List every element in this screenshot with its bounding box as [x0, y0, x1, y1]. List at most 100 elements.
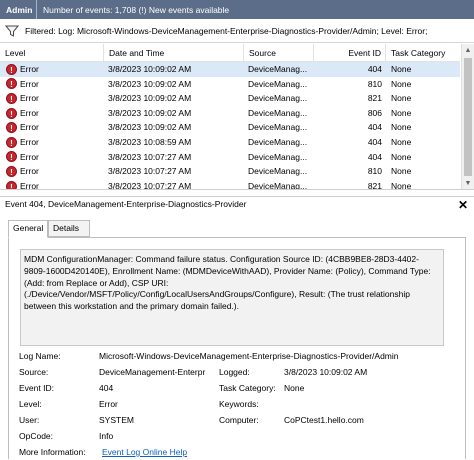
tab-details[interactable]: Details	[48, 220, 90, 237]
level-value: Error	[99, 399, 118, 409]
level-cell: Error	[20, 122, 39, 133]
date-cell: 3/8/2023 10:09:02 AM	[108, 93, 192, 104]
source-cell: DeviceManag...	[248, 136, 308, 147]
source-cell: DeviceManag...	[248, 64, 308, 74]
level-cell: Error	[20, 136, 39, 147]
source-cell: DeviceManag...	[248, 93, 308, 104]
task-category-cell: None	[391, 166, 412, 177]
error-icon: !	[6, 180, 17, 189]
level-cell: Error	[20, 78, 39, 89]
level-cell: Error	[20, 64, 39, 74]
column-header-source[interactable]: Source	[244, 44, 314, 62]
source-cell: DeviceManag...	[248, 122, 308, 133]
error-icon: !	[6, 136, 17, 148]
error-icon: !	[6, 122, 17, 134]
event-id-cell: 810	[367, 78, 382, 89]
keywords-label: Keywords:	[219, 399, 259, 409]
column-header-date[interactable]: Date and Time	[104, 44, 244, 62]
error-icon: !	[6, 165, 17, 177]
scroll-up-arrow-icon[interactable]: ▲	[462, 44, 474, 57]
source-cell: DeviceManag...	[248, 107, 308, 118]
table-row[interactable]: ! Error 3/8/2023 10:09:02 AM DeviceManag.…	[0, 77, 460, 92]
task-category-cell: None	[391, 180, 412, 190]
opcode-value: Info	[99, 431, 114, 441]
scroll-down-arrow-icon[interactable]: ▼	[462, 177, 474, 189]
log-name-title: Admin	[6, 4, 33, 15]
user-value: SYSTEM	[99, 415, 134, 425]
date-cell: 3/8/2023 10:09:02 AM	[108, 78, 192, 89]
source-cell: DeviceManag...	[248, 180, 308, 190]
event-message[interactable]: MDM ConfigurationManager: Command failur…	[20, 249, 444, 346]
event-list-scrollbar[interactable]: ▲ ▼	[461, 44, 474, 189]
table-header: Level Date and Time Source Event ID Task…	[0, 44, 460, 62]
event-id-cell: 821	[367, 93, 382, 104]
event-log-online-help-link[interactable]: Event Log Online Help	[102, 447, 187, 457]
title-bar: Admin Number of events: 1,708 (!) New ev…	[0, 0, 474, 19]
table-row[interactable]: ! Error 3/8/2023 10:07:27 AM DeviceManag.…	[0, 150, 460, 165]
source-label: Source:	[19, 367, 49, 377]
date-cell: 3/8/2023 10:09:02 AM	[108, 107, 192, 118]
table-row[interactable]: ! Error 3/8/2023 10:09:02 AM DeviceManag.…	[0, 106, 460, 121]
level-cell: Error	[20, 151, 39, 162]
source-cell: DeviceManag...	[248, 151, 308, 162]
task-category-label: Task Category:	[219, 383, 276, 393]
logged-label: Logged:	[219, 367, 250, 377]
task-category-cell: None	[391, 78, 412, 89]
event-id-cell: 404	[367, 151, 382, 162]
computer-label: Computer:	[219, 415, 259, 425]
close-icon[interactable]: ✕	[458, 197, 468, 213]
log-name-label: Log Name:	[19, 351, 61, 361]
level-cell: Error	[20, 107, 39, 118]
general-panel: MDM ConfigurationManager: Command failur…	[8, 237, 466, 459]
scrollbar-thumb[interactable]	[464, 58, 472, 176]
date-cell: 3/8/2023 10:09:02 AM	[108, 122, 192, 133]
title-separator	[36, 0, 37, 19]
task-category-cell: None	[391, 151, 412, 162]
funnel-icon	[5, 25, 19, 37]
error-icon: !	[6, 92, 17, 104]
level-label: Level:	[19, 399, 42, 409]
level-cell: Error	[20, 93, 39, 104]
filter-description: Filtered: Log: Microsoft-Windows-DeviceM…	[25, 25, 428, 36]
opcode-label: OpCode:	[19, 431, 54, 441]
column-header-level[interactable]: Level	[0, 44, 104, 62]
error-icon: !	[6, 151, 17, 163]
more-information-label: More Information:	[19, 447, 86, 457]
table-row[interactable]: ! Error 3/8/2023 10:09:02 AM DeviceManag.…	[0, 120, 460, 135]
event-id-cell: 404	[367, 122, 382, 133]
table-row[interactable]: ! Error 3/8/2023 10:09:02 AM DeviceManag.…	[0, 62, 460, 77]
event-detail-header: Event 404, DeviceManagement-Enterprise-D…	[0, 196, 474, 214]
level-cell: Error	[20, 166, 39, 177]
date-cell: 3/8/2023 10:07:27 AM	[108, 166, 192, 177]
level-cell: Error	[20, 180, 39, 190]
event-id-cell: 404	[367, 64, 382, 74]
tab-general[interactable]: General	[8, 220, 48, 238]
table-row[interactable]: ! Error 3/8/2023 10:07:27 AM DeviceManag.…	[0, 164, 460, 179]
event-id-label: Event ID:	[19, 383, 54, 393]
event-id-value: 404	[99, 383, 114, 393]
task-category-value: None	[284, 383, 305, 393]
event-id-cell: 810	[367, 166, 382, 177]
event-list: Level Date and Time Source Event ID Task…	[0, 44, 474, 190]
task-category-cell: None	[391, 64, 412, 74]
task-category-cell: None	[391, 136, 412, 147]
column-header-event-id[interactable]: Event ID	[314, 44, 386, 62]
computer-value: CoPCtest1.hello.com	[284, 415, 364, 425]
date-cell: 3/8/2023 10:09:02 AM	[108, 64, 192, 74]
table-row[interactable]: ! Error 3/8/2023 10:09:02 AM DeviceManag.…	[0, 91, 460, 106]
log-name-value: Microsoft-Windows-DeviceManagement-Enter…	[99, 351, 399, 361]
filter-bar: Filtered: Log: Microsoft-Windows-DeviceM…	[0, 19, 474, 43]
error-icon: !	[6, 107, 17, 119]
column-header-task-category[interactable]: Task Category	[386, 44, 460, 62]
event-rows: ! Error 3/8/2023 10:09:02 AM DeviceManag.…	[0, 62, 460, 190]
table-row[interactable]: ! Error 3/8/2023 10:07:27 AM DeviceManag.…	[0, 179, 460, 190]
source-cell: DeviceManag...	[248, 78, 308, 89]
table-row[interactable]: ! Error 3/8/2023 10:08:59 AM DeviceManag.…	[0, 135, 460, 150]
error-icon: !	[6, 78, 17, 90]
user-label: User:	[19, 415, 40, 425]
event-count-status: Number of events: 1,708 (!) New events a…	[43, 4, 230, 15]
date-cell: 3/8/2023 10:07:27 AM	[108, 151, 192, 162]
error-icon: !	[6, 63, 17, 75]
date-cell: 3/8/2023 10:07:27 AM	[108, 180, 192, 190]
event-detail-title: Event 404, DeviceManagement-Enterprise-D…	[5, 199, 247, 209]
